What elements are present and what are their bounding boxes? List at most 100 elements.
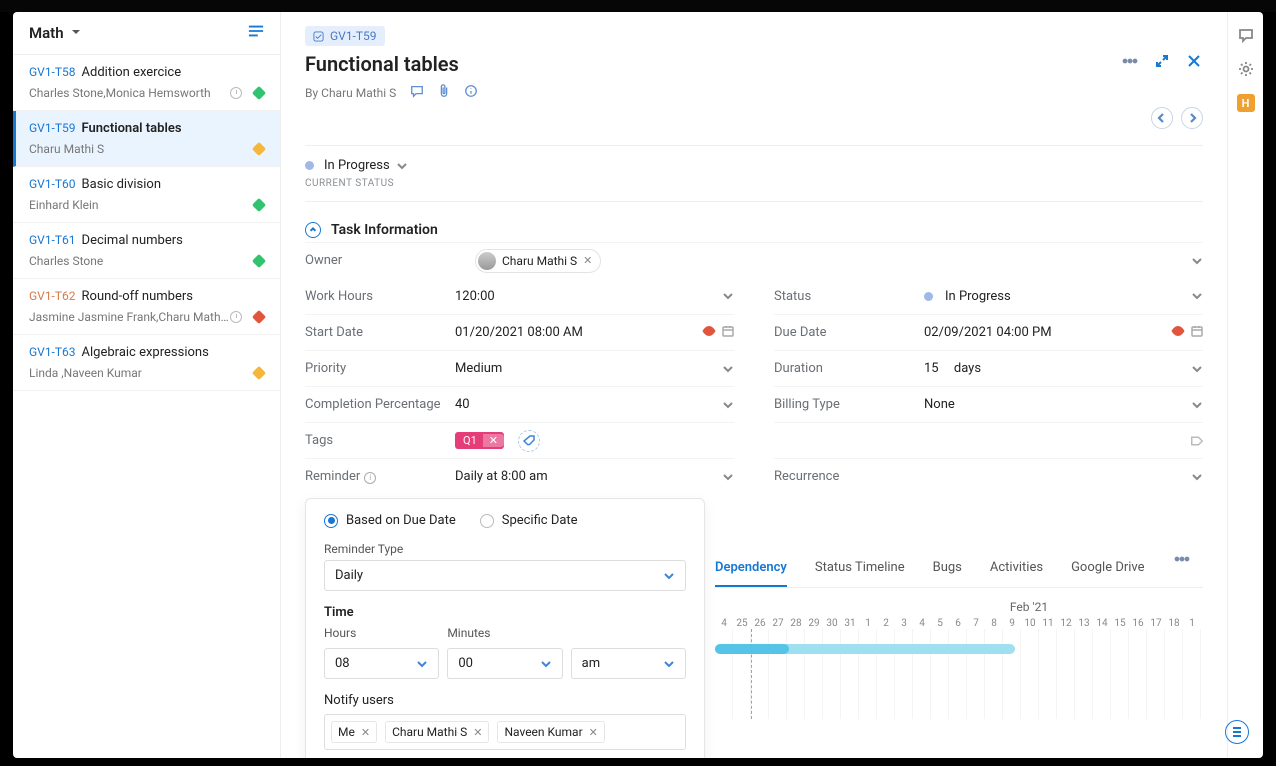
tag-remove-icon[interactable]: ✕ xyxy=(483,434,504,447)
chevron-down-icon xyxy=(1191,363,1203,375)
recurrence-field[interactable] xyxy=(924,471,1203,483)
tab-dependency[interactable]: Dependency xyxy=(715,550,787,587)
calendar-icon[interactable] xyxy=(722,325,734,341)
task-item-id: GV1-T60 xyxy=(29,177,76,191)
owner-chip[interactable]: Charu Mathi S ✕ xyxy=(475,249,601,273)
tab-activities[interactable]: Activities xyxy=(990,550,1043,587)
tab-status-timeline[interactable]: Status Timeline xyxy=(815,550,905,587)
task-item[interactable]: GV1-T59 Functional tables Charu Mathi S xyxy=(13,111,280,167)
visibility-icon[interactable] xyxy=(1171,325,1185,341)
task-item-id: GV1-T59 xyxy=(29,121,76,135)
gantt-tick: 18 xyxy=(1165,618,1183,629)
tags-field[interactable]: Q1✕ xyxy=(455,430,734,452)
duration-field[interactable]: 15 days xyxy=(924,361,1203,376)
gantt-tick: 5 xyxy=(931,618,949,629)
calendar-icon[interactable] xyxy=(1191,325,1203,341)
owner-field[interactable]: Charu Mathi S ✕ xyxy=(455,249,1203,273)
task-item-title: Functional tables xyxy=(82,121,182,136)
sidebar-title-dropdown[interactable]: Math xyxy=(29,24,82,42)
priority-field[interactable]: Medium xyxy=(455,361,734,376)
work-hours-value: 120:00 xyxy=(455,289,495,304)
task-sidebar: Math GV1-T58Addition exercice Charles St… xyxy=(13,12,281,758)
status-dot xyxy=(924,292,933,301)
tag-outline-icon[interactable] xyxy=(1191,435,1203,447)
reminder-field[interactable]: Daily at 8:00 am xyxy=(455,469,734,484)
notify-users-input[interactable]: Me✕ Charu Mathi S✕ Naveen Kumar ✕ xyxy=(324,714,686,750)
gantt-tick: 3 xyxy=(895,618,913,629)
ampm-value: am xyxy=(582,656,600,671)
more-icon[interactable] xyxy=(1121,52,1139,70)
radio-specific-date[interactable]: Specific Date xyxy=(480,513,578,528)
chevron-down-icon xyxy=(1191,471,1203,483)
radio-based-on-due-date[interactable]: Based on Due Date xyxy=(324,513,456,528)
gantt-body[interactable] xyxy=(715,629,1203,719)
chevron-down-icon xyxy=(722,399,734,411)
remove-owner-icon[interactable]: ✕ xyxy=(583,254,592,267)
tab-bugs[interactable]: Bugs xyxy=(933,550,962,587)
task-item[interactable]: GV1-T62Round-off numbers Jasmine Jasmine… xyxy=(13,279,280,335)
info-icon[interactable] xyxy=(464,84,478,101)
task-detail-scroll[interactable]: GV1-T59 Functional tables By Charu Mathi… xyxy=(281,12,1227,758)
remove-user-icon[interactable]: ✕ xyxy=(589,726,598,739)
chat-icon[interactable] xyxy=(1237,26,1255,44)
completion-field[interactable]: 40 xyxy=(455,397,734,412)
next-task-button[interactable] xyxy=(1181,107,1203,129)
status-field[interactable]: In Progress xyxy=(924,289,1203,304)
visibility-icon[interactable] xyxy=(702,325,716,341)
priority-chip xyxy=(252,366,266,380)
close-icon[interactable] xyxy=(1185,52,1203,70)
duration-unit: days xyxy=(954,361,981,376)
hours-select[interactable]: 08 xyxy=(324,648,439,679)
user-chip-label: Naveen Kumar xyxy=(504,725,582,739)
user-chip[interactable]: Me✕ xyxy=(331,721,377,743)
prev-task-button[interactable] xyxy=(1151,107,1173,129)
task-key-text: GV1-T59 xyxy=(330,29,377,43)
gantt-tick: 2 xyxy=(877,618,895,629)
help-badge[interactable]: H xyxy=(1237,94,1255,112)
minutes-label: Minutes xyxy=(447,626,562,640)
task-item[interactable]: GV1-T61Decimal numbers Charles Stone xyxy=(13,223,280,279)
minutes-select[interactable]: 00 xyxy=(447,648,562,679)
expand-icon[interactable] xyxy=(1153,52,1171,70)
minutes-value: 00 xyxy=(458,656,473,671)
attachment-icon[interactable] xyxy=(438,84,450,101)
task-item-id: GV1-T62 xyxy=(29,289,76,303)
task-key-pill[interactable]: GV1-T59 xyxy=(305,26,385,46)
remove-user-icon[interactable]: ✕ xyxy=(473,726,482,739)
reminder-type-select[interactable]: Daily xyxy=(324,560,686,591)
section-title: Task Information xyxy=(331,222,438,238)
add-tag-button[interactable] xyxy=(518,430,540,452)
collapse-toggle[interactable] xyxy=(305,222,321,238)
tab-google-drive[interactable]: Google Drive xyxy=(1071,550,1144,587)
start-date-label: Start Date xyxy=(305,325,455,340)
task-item-title: Basic division xyxy=(82,177,162,192)
reorder-icon[interactable] xyxy=(248,24,264,42)
task-item[interactable]: GV1-T58Addition exercice Charles Stone,M… xyxy=(13,55,280,111)
comment-icon[interactable] xyxy=(410,84,424,101)
gantt-tick: 11 xyxy=(1039,618,1057,629)
settings-icon[interactable] xyxy=(1237,60,1255,78)
task-item-title: Decimal numbers xyxy=(82,233,183,248)
gantt-tick: 7 xyxy=(967,618,985,629)
status-dropdown[interactable]: In Progress xyxy=(305,158,408,173)
task-item[interactable]: GV1-T60Basic division Einhard Klein xyxy=(13,167,280,223)
user-chip[interactable]: Charu Mathi S✕ xyxy=(385,721,489,743)
user-chip[interactable]: Naveen Kumar ✕ xyxy=(497,721,604,743)
scroll-indicator-icon[interactable] xyxy=(1225,720,1249,744)
status-value: In Progress xyxy=(945,289,1011,304)
due-date-field[interactable]: 02/09/2021 04:00 PM xyxy=(924,325,1203,341)
gantt-bar-actual[interactable] xyxy=(715,644,789,654)
more-tabs-icon[interactable] xyxy=(1173,550,1191,568)
work-hours-field[interactable]: 120:00 xyxy=(455,289,734,304)
info-icon[interactable]: i xyxy=(364,472,376,484)
start-date-field[interactable]: 01/20/2021 08:00 AM xyxy=(455,325,734,341)
task-item[interactable]: GV1-T63Algebraic expressions Linda ,Nave… xyxy=(13,335,280,391)
ampm-select[interactable]: am xyxy=(571,648,686,679)
owner-label: Owner xyxy=(305,253,455,268)
billing-field[interactable]: None xyxy=(924,397,1203,412)
task-item-assignees: Charu Mathi S xyxy=(29,142,248,156)
remove-user-icon[interactable]: ✕ xyxy=(361,726,370,739)
tag-chip[interactable]: Q1✕ xyxy=(455,432,504,449)
billing-label: Billing Type xyxy=(774,397,924,412)
hours-label: Hours xyxy=(324,626,439,640)
